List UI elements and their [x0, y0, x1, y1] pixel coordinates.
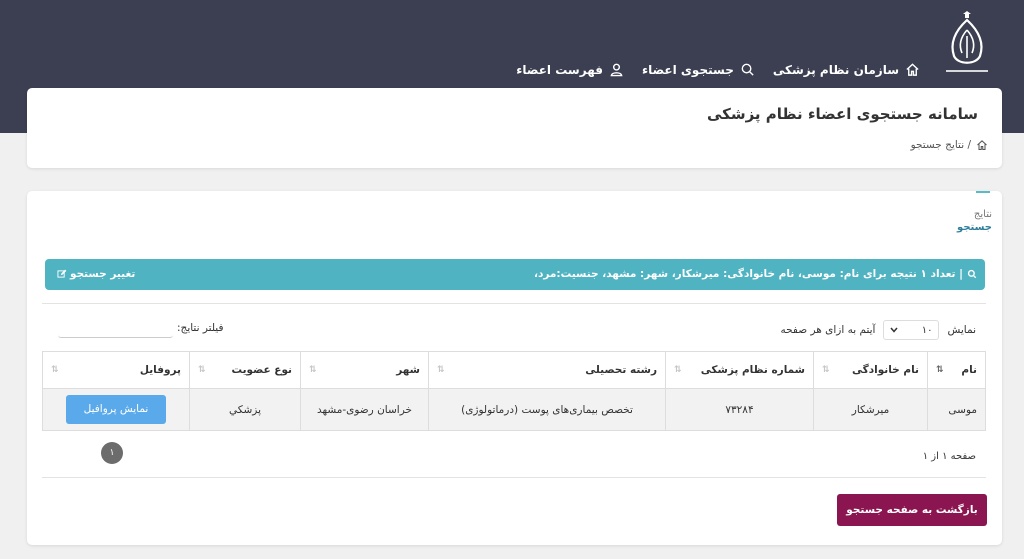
- results-info-bar: | تعداد ۱ نتیجه برای نام: موسی، نام خانو…: [45, 259, 985, 290]
- results-table: نام ⇅ نام خانوادگی ⇅ شماره نظام پزشکی ⇅ رشت…: [42, 351, 986, 431]
- page-size-value: ۱۰: [921, 324, 933, 336]
- card-accent: [976, 191, 990, 193]
- filter-input[interactable]: [58, 318, 173, 338]
- search-icon: [967, 269, 977, 279]
- home-icon: [906, 63, 919, 76]
- sort-asc-icon: ⇅: [936, 365, 944, 375]
- home-icon[interactable]: [976, 139, 988, 151]
- page-info: صفحه ۱ از ۱: [922, 451, 976, 462]
- cell-membership: پزشکي: [189, 388, 301, 431]
- sort-icon: ⇅: [198, 365, 206, 375]
- breadcrumb-current: / نتایج جستجو: [910, 139, 971, 151]
- user-icon: [610, 63, 623, 77]
- search-icon: [741, 63, 754, 76]
- divider: [42, 477, 986, 478]
- column-header-medical-number[interactable]: شماره نظام پزشکی ⇅: [665, 351, 814, 389]
- nav-item-label: جستجوی اعضاء: [641, 62, 734, 77]
- column-header-field[interactable]: رشته تحصیلی ⇅: [428, 351, 666, 389]
- pagination-page-1[interactable]: ۱: [101, 442, 123, 464]
- sort-icon: ⇅: [674, 365, 682, 375]
- cell-first-name: موسی: [927, 388, 986, 431]
- table-row: موسی میرشکار ۷۳۲۸۴ تخصص بیماری‌های پوست …: [42, 388, 986, 431]
- page-header-card: سامانه جستجوی اعضاء نظام پزشکی / نتایج ج…: [27, 88, 1002, 168]
- sort-icon: ⇅: [822, 365, 830, 375]
- column-header-membership[interactable]: نوع عضویت ⇅: [189, 351, 301, 389]
- cell-medical-number: ۷۳۲۸۴: [665, 388, 814, 431]
- section-label: نتایج جستجو: [957, 208, 992, 234]
- cell-last-name: میرشکار: [813, 388, 928, 431]
- nav-item-label: فهرست اعضاء: [516, 62, 603, 77]
- breadcrumb: / نتایج جستجو: [911, 139, 988, 151]
- sort-icon: ⇅: [309, 365, 317, 375]
- nav-item-member-search[interactable]: جستجوی اعضاء: [642, 62, 755, 77]
- show-profile-button[interactable]: نمایش پروافیل: [66, 395, 166, 424]
- nav-item-label: سازمان نظام پزشکی: [772, 62, 899, 77]
- change-search-label: تغییر جستجو: [70, 268, 136, 280]
- show-label: نمایش: [947, 324, 976, 336]
- results-summary-text: | تعداد ۱ نتیجه برای نام: موسی، نام خانو…: [534, 268, 963, 280]
- sort-icon: ⇅: [51, 365, 59, 375]
- section-label-line1: نتایج: [973, 209, 992, 220]
- column-header-first-name[interactable]: نام ⇅: [927, 351, 986, 389]
- column-header-profile[interactable]: پروفایل ⇅: [42, 351, 190, 389]
- medical-council-logo: [946, 11, 988, 72]
- results-summary: | تعداد ۱ نتیجه برای نام: موسی، نام خانو…: [534, 268, 977, 280]
- column-header-last-name[interactable]: نام خانوادگی ⇅: [813, 351, 928, 389]
- page-size-select[interactable]: ۱۰: [883, 320, 940, 340]
- cell-profile: نمایش پروافیل: [42, 388, 190, 431]
- cell-city: خراسان رضوی-مشهد: [300, 388, 429, 431]
- column-header-city[interactable]: شهر ⇅: [300, 351, 429, 389]
- main-nav: سازمان نظام پزشکی جستجوی اعضاء فهرست اعض…: [516, 62, 920, 77]
- back-to-search-button[interactable]: بازگشت به صفحه جستجو: [837, 494, 987, 526]
- per-page-label: آیتم به ازای هر صفحه: [780, 324, 876, 336]
- chevron-down-icon: [890, 327, 899, 333]
- change-search-link[interactable]: تغییر جستجو: [57, 268, 135, 280]
- edit-icon: [57, 269, 67, 278]
- filter-label: فیلتر نتایج:: [177, 322, 224, 334]
- page-title: سامانه جستجوی اعضاء نظام پزشکی: [706, 105, 978, 123]
- section-label-line2: جستجو: [957, 222, 992, 233]
- divider: [42, 303, 986, 304]
- table-header-row: نام ⇅ نام خانوادگی ⇅ شماره نظام پزشکی ⇅ رشت…: [42, 351, 986, 389]
- sort-icon: ⇅: [437, 365, 445, 375]
- nav-item-medical-council[interactable]: سازمان نظام پزشکی: [773, 62, 920, 77]
- cell-field: تخصص بیماری‌های پوست (درماتولوژی): [428, 388, 666, 431]
- nav-item-member-list[interactable]: فهرست اعضاء: [516, 62, 624, 77]
- page-size-control: نمایش ۱۰ آیتم به ازای هر صفحه: [780, 320, 976, 340]
- filter-control: فیلتر نتایج:: [58, 318, 224, 338]
- results-card: نتایج جستجو | تعداد ۱ نتیجه برای نام: مو…: [27, 191, 1002, 545]
